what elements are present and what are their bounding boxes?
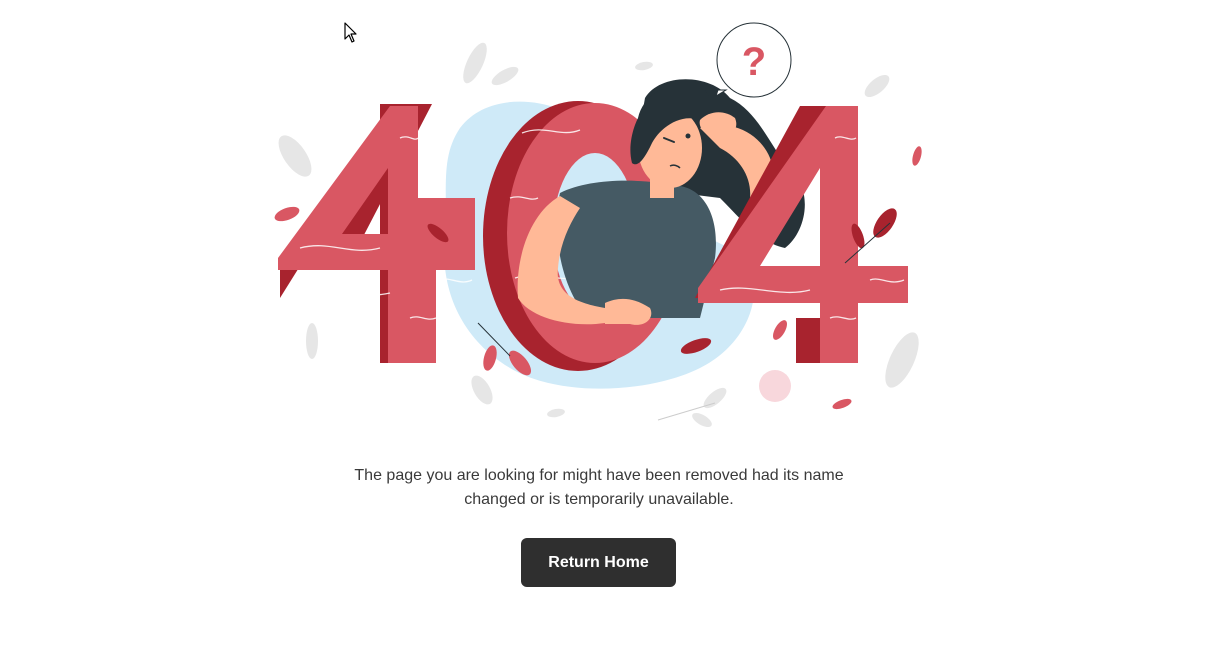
red-leaf bbox=[832, 398, 852, 410]
error-message: The page you are looking for might have … bbox=[354, 467, 844, 508]
grey-leaf bbox=[885, 332, 919, 388]
grey-leaf bbox=[471, 375, 493, 405]
grey-leaf bbox=[547, 408, 565, 418]
grey-leaf bbox=[491, 66, 519, 86]
red-leaf bbox=[873, 208, 897, 238]
question-mark: ? bbox=[742, 40, 766, 84]
grey-leaf bbox=[864, 74, 890, 98]
grey-leaf bbox=[463, 42, 487, 84]
404-illustration: ? bbox=[274, 22, 922, 427]
return-home-button[interactable]: Return Home bbox=[521, 538, 676, 587]
open-eye bbox=[685, 133, 691, 139]
red-leaf bbox=[274, 206, 300, 222]
red-leaf bbox=[773, 320, 787, 340]
grey-leaf bbox=[278, 135, 312, 177]
pink-dot bbox=[759, 370, 791, 402]
grey-leaf bbox=[692, 413, 712, 427]
grey-leaf bbox=[703, 387, 727, 409]
grey-leaf bbox=[306, 323, 318, 359]
speech-bubble: ? bbox=[715, 22, 792, 98]
error-404-page: ? The page you are looking for might hav… bbox=[0, 0, 1205, 650]
grey-leaf bbox=[635, 61, 653, 71]
red-leaf bbox=[912, 146, 922, 166]
shirt bbox=[556, 180, 716, 318]
